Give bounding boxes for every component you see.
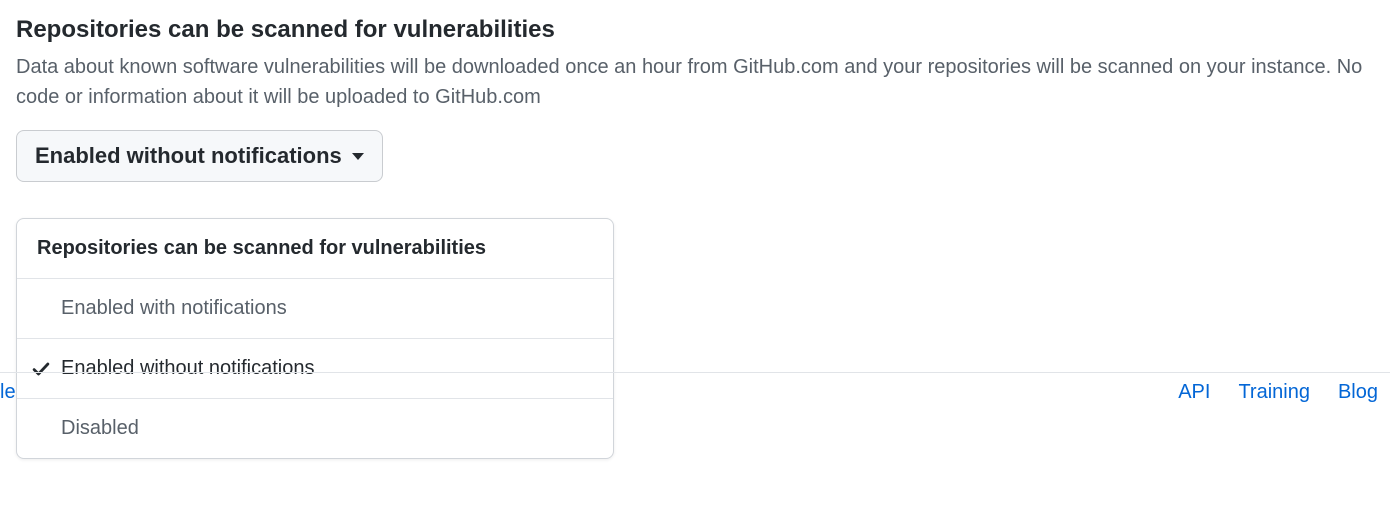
- footer-link-training[interactable]: Training: [1238, 381, 1310, 404]
- dropdown-option-enabled-with-notifications[interactable]: Enabled with notifications: [17, 279, 613, 339]
- section-title: Repositories can be scanned for vulnerab…: [16, 16, 1374, 44]
- footer-link-blog[interactable]: Blog: [1338, 381, 1378, 404]
- vulnerability-scan-dropdown-button[interactable]: Enabled without notifications: [16, 130, 383, 182]
- dropdown-menu: Repositories can be scanned for vulnerab…: [16, 218, 614, 459]
- footer-partial-link[interactable]: le: [0, 381, 16, 404]
- dropdown-option-label: Disabled: [61, 417, 139, 440]
- footer-links: API Training Blog: [1178, 381, 1378, 404]
- dropdown-selected-label: Enabled without notifications: [35, 143, 342, 169]
- footer: le API Training Blog: [0, 372, 1390, 412]
- footer-link-api[interactable]: API: [1178, 381, 1210, 404]
- section-description: Data about known software vulnerabilitie…: [16, 52, 1374, 112]
- dropdown-menu-header: Repositories can be scanned for vulnerab…: [17, 219, 613, 279]
- dropdown-option-label: Enabled with notifications: [61, 297, 287, 320]
- caret-down-icon: [352, 153, 364, 160]
